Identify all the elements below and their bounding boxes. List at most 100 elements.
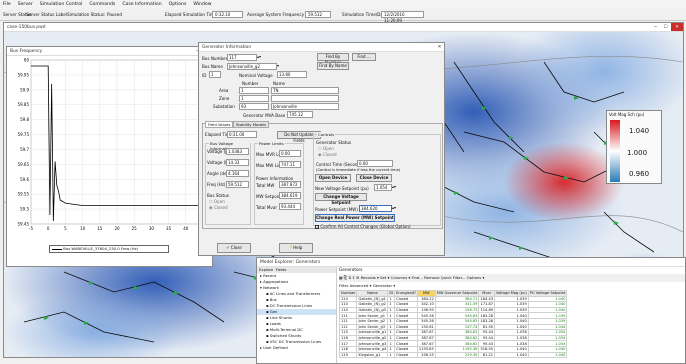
table-row[interactable]: 119 Kingston_g1 1 Closed 256.15 229.30 81.21 1.… [339,351,568,359]
table-cell[interactable]: Closed [394,351,418,359]
help-button[interactable]: ? Help [279,243,313,253]
menu-file[interactable]: File [3,2,11,7]
voltage-pu-field: 1.0383 [226,148,249,155]
column-header[interactable]: Voltage Mag (pu) [494,290,529,297]
column-header[interactable]: Number [339,290,358,297]
tab-stability-models[interactable]: Stability Models [233,121,270,128]
spin-icon[interactable]: ▴▾ [257,54,261,59]
id-field[interactable]: 1 [209,71,221,78]
table-cell[interactable]: Gallatin_(N)_g3 [356,306,389,314]
bus-status-open-label: Open [213,199,225,204]
table-cell[interactable]: 114.89 [478,306,496,314]
table-header-row: Number Name ID Energized? MW MW Governor Setp… [339,290,568,297]
generator-information-titlebar: Generator Information ✕ [199,43,444,52]
find-menu[interactable]: Find... [412,275,423,280]
column-header[interactable]: Energized? [394,290,418,297]
minimize-icon[interactable]: ─ [651,23,660,31]
main-window-titlebar: case-150bus.pwd ─ ☐ ✕ [4,23,683,32]
filter-mode-select[interactable]: Advanced [350,283,369,288]
chevron-down-icon[interactable]: ▾ [277,63,279,68]
columns-menu[interactable]: Columns [391,275,408,280]
bus-number-field[interactable]: 117 [227,54,257,61]
table-cell[interactable]: 171.87 [478,301,496,308]
freq-field: 59.512 [226,181,249,188]
bus-number-label: Bus Number [202,56,228,61]
total-mw-field: 387.872 [279,181,301,188]
control-time-field[interactable]: 0.00 [357,160,393,167]
gen-status-open-radio[interactable]: ○ Open [318,146,334,151]
bus-name-field[interactable]: Johnsonville_g2 [227,63,277,70]
max-mvr-field: 0.00 [279,150,301,157]
close-icon[interactable]: ✕ [671,23,683,31]
find-button[interactable]: Find ... [352,53,376,61]
spin-icon[interactable]: ▴▾ [392,205,396,210]
menu-server[interactable]: Server [18,2,33,7]
open-device-button[interactable]: Open Device [315,174,351,182]
table-cell[interactable]: John Sevier_g1 [356,312,389,319]
table-cell[interactable]: Gallatin_(N)_g1 [356,295,389,303]
remove-menu[interactable]: Remove [424,275,439,280]
toolbar-icons[interactable]: ▦ ⎘ ⇅ Σ ⚙ [339,275,361,280]
menu-commands[interactable]: Commands [89,2,115,7]
table-cell[interactable]: 119 [339,351,358,359]
fields-tab[interactable]: Fields [276,267,287,272]
nominal-voltage-label: Nominal Voltage [239,73,273,78]
tree-item-label: Aggregations [263,279,289,284]
close-button[interactable]: ✔ Close [217,243,251,253]
power-setpoint-field[interactable]: 384.620 [359,205,392,212]
new-voltage-setpoint-field[interactable]: 1.054 [374,184,392,191]
tree-item-user-defined[interactable]: ▸ User Defined [257,345,336,351]
filter-type-select[interactable]: Generator [373,283,392,288]
column-header[interactable]: PU Voltage Setpoint [527,290,568,297]
records-menu[interactable]: Records [361,275,376,280]
table-cell[interactable]: 1193.85 [416,345,436,353]
bus-status-closed-radio: ◉ Closed [209,205,228,210]
explore-tab[interactable]: Explore [259,267,273,272]
table-cell[interactable]: Johnsonville_g4 [356,345,389,353]
maximize-icon[interactable]: ☐ [661,23,670,31]
y-tick-label: 59.65 [18,162,30,167]
quick-filter-menu[interactable]: Quick Filter... [441,275,466,280]
table-cell[interactable]: John Sevier_g3 [356,323,389,331]
find-by-number-button[interactable]: Find By Number [317,53,349,65]
table-cell[interactable]: 183.28 [478,312,496,319]
table-cell[interactable]: 183.28 [478,318,496,325]
column-header[interactable]: MW Governor Setpoint [434,290,480,297]
table-cell[interactable]: 1.040 [494,351,529,359]
table-cell[interactable]: 1.040 [527,351,568,359]
close-icon[interactable]: ✕ [435,43,444,51]
spin-icon[interactable]: ▴▾ [392,184,396,189]
close-device-button[interactable]: Close Device [356,174,392,182]
menu-options[interactable]: Options [169,2,187,7]
sim-status-value: Paused [107,12,122,17]
generators-table[interactable]: Number Name ID Energized? MW MW Governor Setp… [339,290,568,359]
table-cell[interactable]: 256.15 [416,351,436,359]
checkbox-checked-icon[interactable]: ✓ [315,225,319,229]
table-cell[interactable]: 184.43 [478,295,496,303]
table-cell[interactable]: Gallatin_(N)_g2 [356,301,389,308]
set-menu[interactable]: Set [380,275,386,280]
menu-window[interactable]: Window [193,2,211,7]
table-cell[interactable]: 81.21 [478,351,496,359]
confirm-changes-checkbox[interactable]: ✓ Confirm All Control Changes (Global Op… [315,224,411,229]
table-cell[interactable]: John Sevier_g2 [356,318,389,325]
contour-legend-title: Volt Mag Sch (pu) [609,112,645,117]
table-cell[interactable]: 518.55 [478,345,496,353]
tree-item-label: Loads [269,321,281,326]
table-cell[interactable]: 229.30 [434,351,480,359]
find-by-name-button[interactable]: Find By Name [317,62,349,70]
menu-case-information[interactable]: Case Information [122,2,161,7]
tab-field-values[interactable]: Field Values [205,121,234,128]
table-cell[interactable]: Johnsonville_g1 [356,329,389,336]
options-menu[interactable]: Options [467,275,482,280]
table-cell[interactable]: 1 [387,351,396,359]
gen-status-label: Generator Status [316,140,352,145]
change-real-power-setpoint-button[interactable]: Change Real Power (MW) Setpoint [315,214,395,222]
table-cell[interactable]: Kingston_g1 [356,351,389,359]
area-name-field: TN [271,87,339,94]
table-cell[interactable]: Johnsonville_g3 [356,340,389,347]
table-cell[interactable]: Johnsonville_g2 [356,334,389,342]
gen-status-closed-radio[interactable]: ◉ Closed [318,152,337,157]
change-voltage-setpoint-button[interactable]: Change Voltage Setpoint [315,193,367,205]
menu-simulation-control[interactable]: Simulation Control [40,2,83,7]
